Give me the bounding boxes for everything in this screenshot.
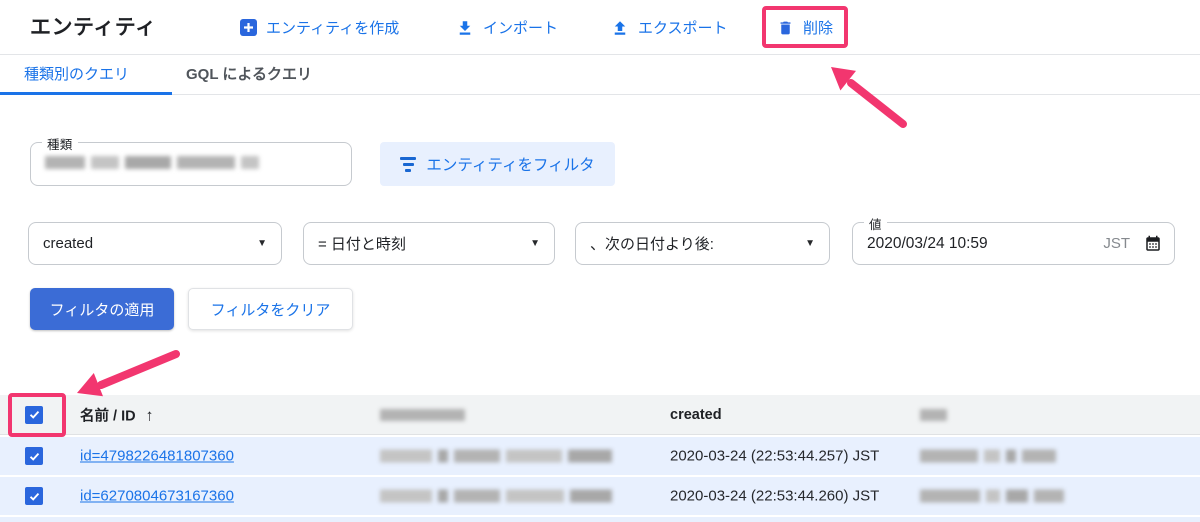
select-all-checkbox[interactable] — [25, 405, 43, 424]
redacted-column-header — [380, 408, 465, 421]
table-row[interactable]: id=4798226481807360 2020-03-24 (22:53:44… — [0, 437, 1200, 475]
type-dropdown[interactable]: = 日付と時刻 ▼ — [303, 222, 555, 265]
calendar-icon[interactable] — [1144, 235, 1162, 253]
chevron-down-icon: ▼ — [805, 238, 815, 249]
kind-field[interactable]: 種類 — [30, 134, 352, 186]
operator-dropdown[interactable]: 、次の日付より後: ▼ — [575, 222, 830, 265]
chevron-down-icon: ▼ — [530, 238, 540, 249]
filter-icon — [400, 156, 417, 172]
delete-label: 削除 — [803, 20, 834, 37]
import-label: インポート — [483, 20, 559, 37]
create-entity-button[interactable]: エンティティを作成 — [240, 0, 399, 55]
row-checkbox[interactable] — [25, 487, 43, 505]
active-tab-underline — [0, 92, 172, 95]
redacted-kind-value — [45, 156, 259, 169]
sort-ascending-icon[interactable]: ↑ — [146, 407, 154, 424]
chevron-down-icon: ▼ — [257, 238, 267, 249]
table-row[interactable]: id=6745971091910176 2020-03-24 (22:53:44… — [0, 517, 1200, 522]
annotation-arrow-checkbox — [77, 350, 180, 397]
entities-page: エンティティ エンティティを作成 インポート エクスポート 削除 種類別のクエリ… — [0, 0, 1200, 522]
tab-query-by-kind[interactable]: 種類別のクエリ — [24, 56, 129, 95]
trash-icon — [777, 19, 794, 37]
value-field-label: 値 — [864, 214, 887, 233]
create-entity-label: エンティティを作成 — [266, 20, 400, 37]
export-icon — [611, 19, 629, 37]
entity-id-link[interactable]: id=6270804673167360 — [80, 488, 234, 505]
operator-dropdown-value: 、次の日付より後: — [590, 236, 714, 253]
redacted-cell — [380, 489, 612, 503]
entity-id-link[interactable]: id=4798226481807360 — [80, 448, 234, 465]
import-button[interactable]: インポート — [456, 0, 558, 55]
redacted-cell — [380, 449, 612, 463]
tab-query-by-gql[interactable]: GQL によるクエリ — [186, 56, 312, 95]
filter-entities-label: エンティティをフィルタ — [426, 157, 595, 174]
type-dropdown-value: = 日付と時刻 — [318, 236, 406, 253]
import-icon — [456, 19, 474, 37]
property-dropdown[interactable]: created ▼ — [28, 222, 282, 265]
timezone-label: JST — [1103, 235, 1130, 252]
row-checkbox[interactable] — [25, 447, 43, 465]
column-header-created[interactable]: created — [670, 407, 722, 423]
top-toolbar: エンティティ エンティティを作成 インポート エクスポート 削除 — [0, 0, 1200, 55]
created-timestamp: 2020-03-24 (22:53:44.260) JST — [670, 487, 880, 505]
query-tabs: 種類別のクエリ GQL によるクエリ — [0, 56, 1200, 95]
property-dropdown-value: created — [43, 235, 94, 252]
created-timestamp: 2020-03-24 (22:53:44.257) JST — [670, 447, 880, 465]
value-field[interactable]: 値 2020/03/24 10:59 JST — [852, 214, 1175, 265]
table-header-row: 名前 / ID ↑ created — [0, 395, 1200, 435]
export-label: エクスポート — [638, 20, 728, 37]
redacted-cell — [920, 489, 1064, 503]
apply-filter-button[interactable]: フィルタの適用 — [30, 288, 174, 330]
kind-field-label: 種類 — [42, 134, 78, 153]
plus-icon — [240, 19, 257, 36]
value-field-text: 2020/03/24 10:59 — [867, 234, 988, 252]
export-button[interactable]: エクスポート — [611, 0, 728, 55]
redacted-cell — [920, 449, 1056, 463]
page-title: エンティティ — [30, 16, 157, 39]
delete-button[interactable]: 削除 — [777, 0, 833, 55]
redacted-column-header — [920, 408, 947, 421]
clear-filter-button[interactable]: フィルタをクリア — [188, 288, 353, 330]
column-header-name-id[interactable]: 名前 / ID ↑ — [80, 404, 154, 425]
table-row[interactable]: id=6270804673167360 2020-03-24 (22:53:44… — [0, 477, 1200, 515]
entities-table: 名前 / ID ↑ created id=4798226481807360 202… — [0, 395, 1200, 522]
filter-entities-button[interactable]: エンティティをフィルタ — [380, 142, 615, 186]
